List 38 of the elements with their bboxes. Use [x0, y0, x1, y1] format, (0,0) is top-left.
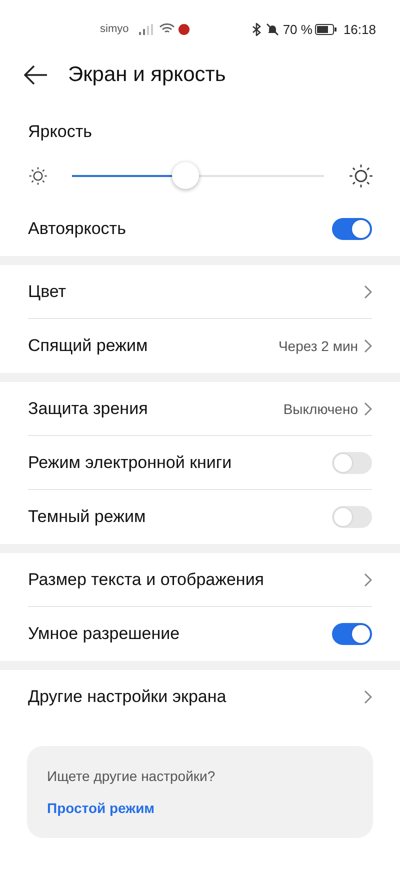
suggestion-question: Ищете другие настройки?	[47, 768, 216, 784]
toggle-switch[interactable]	[332, 623, 372, 645]
battery-icon	[315, 24, 338, 34]
brightness-slider[interactable]	[72, 162, 324, 190]
signal-icon	[138, 24, 153, 34]
wifi-icon	[158, 23, 175, 35]
simple-mode-link[interactable]: Простой режим	[47, 800, 353, 816]
setting-label[interactable]: Спящий режим	[28, 336, 148, 356]
chevron-icon	[364, 402, 372, 416]
bluetooth-icon	[252, 22, 261, 36]
setting-value: Выключено	[283, 400, 358, 416]
toggle-switch[interactable]	[332, 452, 372, 474]
chevron-icon	[364, 572, 372, 586]
setting-label[interactable]: Защита зрения	[28, 398, 148, 418]
toggle-switch[interactable]	[332, 506, 372, 528]
muted-bell-icon	[266, 22, 279, 36]
page-title: Экран и яркость	[68, 63, 226, 87]
setting-label[interactable]: Умное разрешение	[28, 624, 180, 644]
setting-label[interactable]: Размер текста и отображения	[28, 570, 264, 590]
setting-value: Через 2 мин	[278, 338, 358, 354]
chevron-icon	[364, 284, 372, 298]
dim-sun-icon	[28, 166, 48, 186]
brightness-label: Яркость	[27, 121, 93, 143]
app-icon	[178, 23, 190, 35]
toggle-switch[interactable]	[332, 218, 372, 240]
carrier-name: simyo	[100, 23, 129, 35]
setting-label[interactable]: Темный режим	[28, 507, 146, 527]
chevron-icon	[364, 690, 372, 704]
setting-label: Автояркость	[28, 219, 126, 239]
slider-thumb[interactable]	[172, 162, 200, 189]
back-arrow-icon[interactable]	[24, 65, 48, 85]
setting-label[interactable]: Режим электронной книги	[28, 452, 232, 472]
setting-label[interactable]: Цвет	[28, 282, 66, 302]
clock-time: 16:18	[343, 22, 376, 36]
setting-label[interactable]: Другие настройки экрана	[28, 687, 226, 707]
bright-sun-icon	[348, 163, 374, 189]
chevron-icon	[364, 339, 372, 353]
battery-percent: 70 %	[282, 22, 312, 36]
